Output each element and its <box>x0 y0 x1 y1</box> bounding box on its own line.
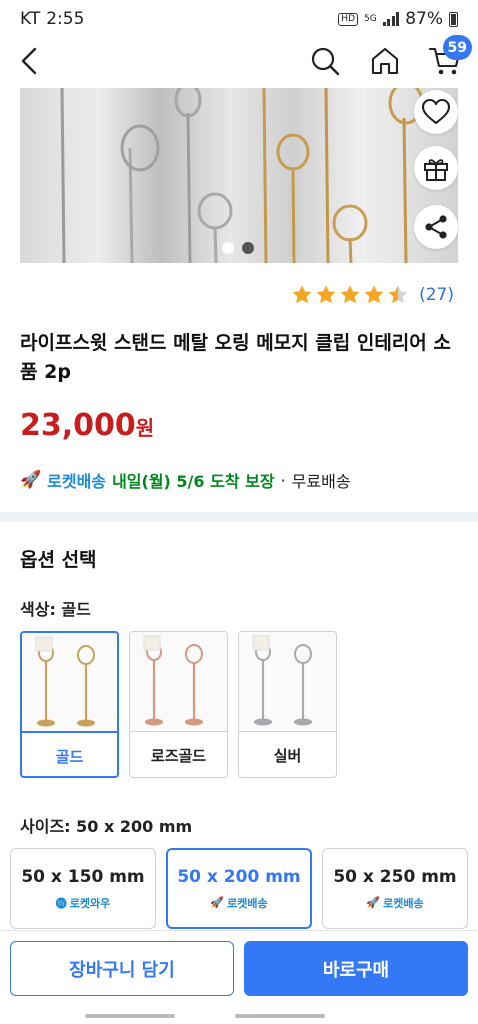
buy-now-button[interactable]: 바로구매 <box>244 941 468 996</box>
battery-icon <box>449 11 458 27</box>
delivery-date: 내일(월) 5/6 도착 보장 <box>112 472 275 491</box>
status-right: HD 5G 87% <box>338 9 458 29</box>
clock: 2:55 <box>46 9 85 29</box>
review-count[interactable]: (27) <box>419 285 454 305</box>
star-icon <box>316 285 336 304</box>
heart-icon <box>421 98 451 125</box>
pagination-dot-active[interactable] <box>242 242 254 254</box>
chevron-left-icon <box>21 47 37 75</box>
product-title: 라이프스윗 스탠드 메탈 오링 메모지 클립 인테리어 소품 2p <box>20 332 451 383</box>
size-option[interactable]: 50 x 200 mm 🚀 로켓배송 <box>166 848 312 929</box>
product-image-gallery[interactable] <box>20 88 458 263</box>
color-option[interactable]: 실버 <box>238 631 337 778</box>
options-section-title: 옵션 선택 <box>20 549 97 571</box>
system-gesture-bar <box>85 1014 325 1018</box>
star-rating <box>291 284 409 306</box>
size-delivery-badge: 🚀 로켓배송 <box>366 895 423 911</box>
color-option-thumbnail <box>22 633 117 733</box>
carrier-label: KT <box>20 9 41 29</box>
color-option-thumbnail <box>239 632 336 732</box>
price-amount: 23,000 <box>20 408 136 443</box>
pagination-dot[interactable] <box>222 242 234 254</box>
search-button[interactable] <box>302 38 348 84</box>
home-icon <box>371 47 399 75</box>
size-delivery-badge: 🅦 로켓와우 <box>56 895 110 911</box>
status-bar: KT 2:55 HD 5G 87% <box>0 0 478 38</box>
color-option-label: 실버 <box>273 746 302 765</box>
color-option-thumbnail <box>130 632 227 732</box>
size-delivery-badge: 🚀 로켓배송 <box>210 895 267 911</box>
gift-icon <box>424 159 448 181</box>
color-option-label: 골드 <box>55 747 84 766</box>
size-option-label: 50 x 150 mm <box>21 866 145 887</box>
wishlist-button[interactable] <box>414 90 458 134</box>
size-option[interactable]: 50 x 250 mm 🚀 로켓배송 <box>322 848 468 929</box>
size-delivery-label: 로켓배송 <box>383 896 424 910</box>
color-option-label: 로즈골드 <box>150 746 207 765</box>
network-indicator: 5G <box>364 13 377 24</box>
rating-row[interactable]: (27) <box>291 284 454 306</box>
size-option-label: 사이즈: 50 x 200 mm <box>20 817 193 836</box>
rocket-icon: 🚀 <box>210 896 225 909</box>
product-price: 23,000 원 <box>20 408 154 443</box>
home-button[interactable] <box>362 38 408 84</box>
rocket-icon: 🚀 <box>366 896 381 909</box>
star-icon <box>388 285 408 304</box>
size-delivery-label: 로켓배송 <box>227 896 268 910</box>
cart-count-badge: 59 <box>442 35 472 60</box>
color-option[interactable]: 골드 <box>20 631 119 778</box>
rocket-delivery-label: 로켓배송 <box>47 472 107 491</box>
product-photo <box>60 88 424 263</box>
star-icon <box>292 285 312 304</box>
share-icon <box>425 215 447 239</box>
color-option-label: 색상: 골드 <box>20 600 91 619</box>
clip-stand-image <box>252 635 312 726</box>
delivery-separator: · <box>280 470 286 490</box>
clip-stand-image <box>143 635 203 726</box>
back-button[interactable] <box>6 38 52 84</box>
app-header: 59 <box>0 35 478 88</box>
color-option[interactable]: 로즈골드 <box>129 631 228 778</box>
star-icon <box>340 285 360 304</box>
size-option-label: 50 x 250 mm <box>333 866 457 887</box>
signal-icon <box>382 12 400 26</box>
search-icon <box>311 47 340 76</box>
section-divider <box>0 512 478 522</box>
add-to-cart-button[interactable]: 장바구니 담기 <box>10 941 234 996</box>
clip-stand-image <box>35 636 95 727</box>
battery-percent: 87% <box>405 9 443 29</box>
status-left: KT 2:55 <box>20 9 84 29</box>
rocket-wow-icon: 🅦 <box>55 896 67 910</box>
price-unit: 원 <box>135 416 155 440</box>
size-option-label: 50 x 200 mm <box>177 866 301 887</box>
size-delivery-label: 로켓와우 <box>69 896 111 910</box>
rocket-icon: 🚀 <box>20 470 42 490</box>
gift-button[interactable] <box>414 146 458 190</box>
gallery-pagination <box>222 242 254 254</box>
star-icon <box>364 285 384 304</box>
share-button[interactable] <box>414 205 458 249</box>
hd-indicator: HD <box>338 12 358 26</box>
bottom-action-bar: 장바구니 담기 바로구매 <box>0 930 478 1024</box>
size-option[interactable]: 50 x 150 mm 🅦 로켓와우 <box>10 848 156 929</box>
free-shipping-label: 무료배송 <box>291 472 351 491</box>
delivery-info: 🚀 로켓배송 내일(월) 5/6 도착 보장 · 무료배송 <box>20 468 351 492</box>
cart-button[interactable]: 59 <box>422 35 472 84</box>
